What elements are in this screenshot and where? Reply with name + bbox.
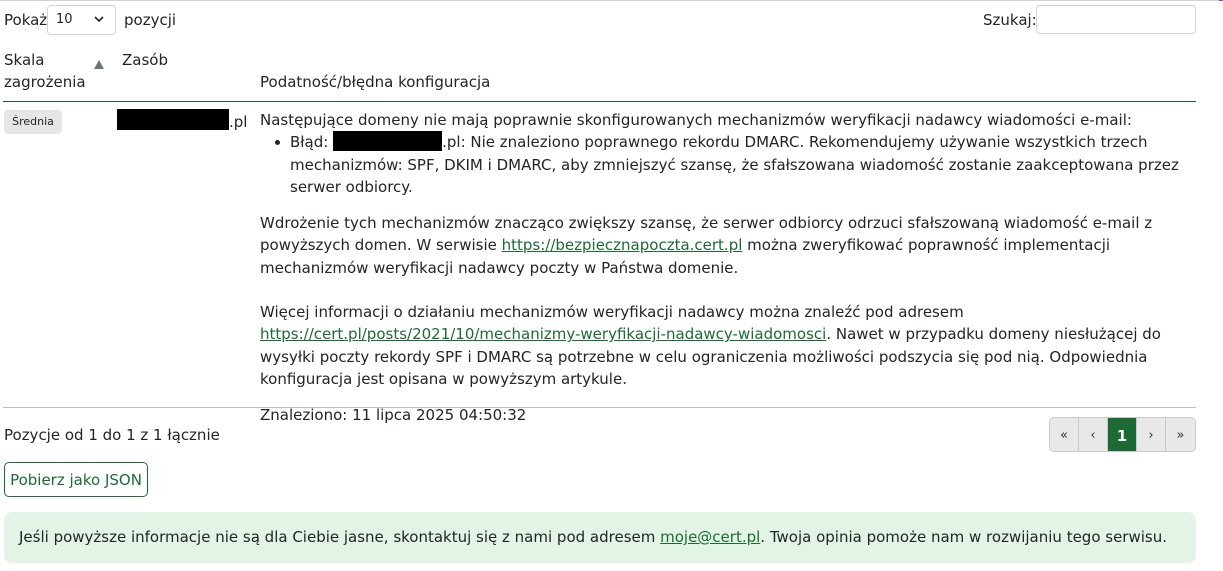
error-prefix: Błąd: [290, 133, 329, 152]
description-intro: Następujące domeny nie mają poprawnie sk… [260, 111, 1132, 129]
bezpiecznapoczta-link[interactable]: https://bezpiecznapoczta.cert.pl [502, 236, 743, 254]
search-input[interactable] [1036, 5, 1196, 34]
pagination-first-button[interactable]: « [1050, 418, 1079, 451]
column-header-vulnerability[interactable]: Podatność/błędna konfiguracja [260, 71, 490, 93]
severity-header-line2: zagrożenia [4, 73, 86, 91]
resource-domain-suffix: .pl [229, 113, 248, 131]
page-size-select[interactable]: 10 [47, 5, 116, 35]
alert-text-after: . Twoja opinia pomoże nam w rozwijaniu t… [760, 528, 1168, 546]
severity-header-line1: Skala [4, 51, 45, 69]
download-json-button[interactable]: Pobierz jako JSON [4, 462, 148, 497]
description-paragraph-1: Wdrożenie tych mechanizmów znacząco zwię… [260, 212, 1196, 279]
contact-email-link[interactable]: moje@cert.pl [660, 528, 760, 546]
chevron-down-icon [94, 16, 104, 23]
error-item: Błąd: .pl: Nie znaleziono poprawnego rek… [275, 131, 1196, 198]
pagination-last-button[interactable]: » [1166, 418, 1195, 451]
error-list: Błąd: .pl: Nie znaleziono poprawnego rek… [275, 131, 1196, 198]
severity-badge: Średnia [4, 110, 62, 134]
page-size-value: 10 [56, 12, 73, 27]
feedback-alert: Jeśli powyższe informacje nie są dla Cie… [4, 512, 1196, 563]
alert-text-before: Jeśli powyższe informacje nie są dla Cie… [19, 528, 661, 546]
description-paragraph-2: Więcej informacji o działaniu mechanizmó… [260, 301, 1196, 390]
pagination-page-1[interactable]: 1 [1108, 418, 1137, 451]
redacted-domain [117, 109, 229, 130]
vulnerability-description: Następujące domeny nie mają poprawnie sk… [260, 109, 1196, 427]
pagination-prev-button[interactable]: ‹ [1079, 418, 1108, 451]
redacted-domain-inline [333, 131, 443, 152]
page-size-suffix: pozycji [124, 11, 177, 29]
column-header-severity[interactable]: Skala zagrożenia [4, 49, 104, 93]
column-header-resource[interactable]: Zasób [122, 49, 168, 71]
alert-text: Jeśli powyższe informacje nie są dla Cie… [19, 526, 1167, 548]
top-accent [1219, 0, 1223, 1]
para2-text: Więcej informacji o działaniu mechanizmó… [260, 303, 964, 322]
sort-ascending-icon[interactable] [93, 59, 105, 70]
table-info: Pozycje od 1 do 1 z 1 łącznie [4, 426, 220, 444]
pagination: « ‹ 1 › » [1049, 417, 1196, 452]
pagination-next-button[interactable]: › [1137, 418, 1166, 451]
cert-article-link[interactable]: https://cert.pl/posts/2021/10/mechanizmy… [260, 325, 826, 343]
page-size-label: Pokaż [4, 11, 48, 29]
table-controls: Pokaż 10 pozycji Szukaj: [4, 5, 1196, 35]
row-divider [3, 407, 1196, 408]
header-divider [3, 101, 1196, 102]
search-label: Szukaj: [983, 11, 1037, 29]
top-border [0, 0, 1223, 1]
